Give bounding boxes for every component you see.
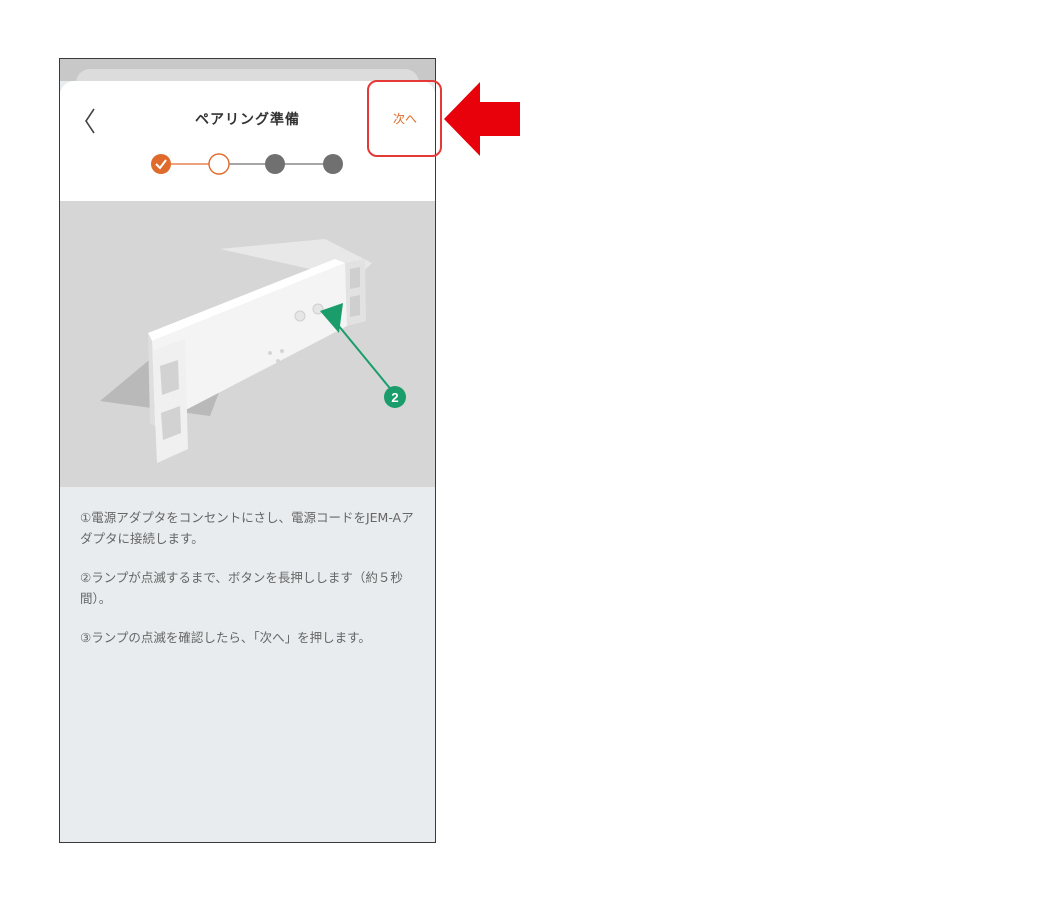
step-upcoming [265, 154, 285, 174]
instruction-step-1: ①電源アダプタをコンセントにさし、電源コードをJEM-Aアダプタに接続します。 [80, 510, 414, 546]
pairing-prep-sheet: ペアリング準備 次へ 2 ①電源アダプタをコンセントにさし、電源コードをJEM-… [60, 81, 435, 842]
instructions: ①電源アダプタをコンセントにさし、電源コードをJEM-Aアダプタに接続します。 … [80, 507, 420, 666]
callout-number: 2 [391, 390, 398, 405]
step-upcoming [323, 154, 343, 174]
step-current [208, 153, 230, 175]
step-indicator [151, 153, 343, 175]
jem-a-adapter-image: 2 [100, 239, 406, 463]
instruction-step-3: ③ランプの点滅を確認したら、「次へ」を押します。 [80, 630, 371, 645]
red-arrow-icon [444, 82, 520, 156]
step-completed [151, 154, 171, 174]
instruction-step-2: ②ランプが点滅するまで、ボタンを長押しします（約５秒間）。 [80, 570, 403, 606]
phone-screen: ペアリング準備 次へ 2 ①電源アダプタをコンセントにさし、電源コードをJEM-… [59, 58, 436, 843]
device-illustration: 2 [60, 201, 435, 487]
next-button-highlight [367, 80, 442, 157]
